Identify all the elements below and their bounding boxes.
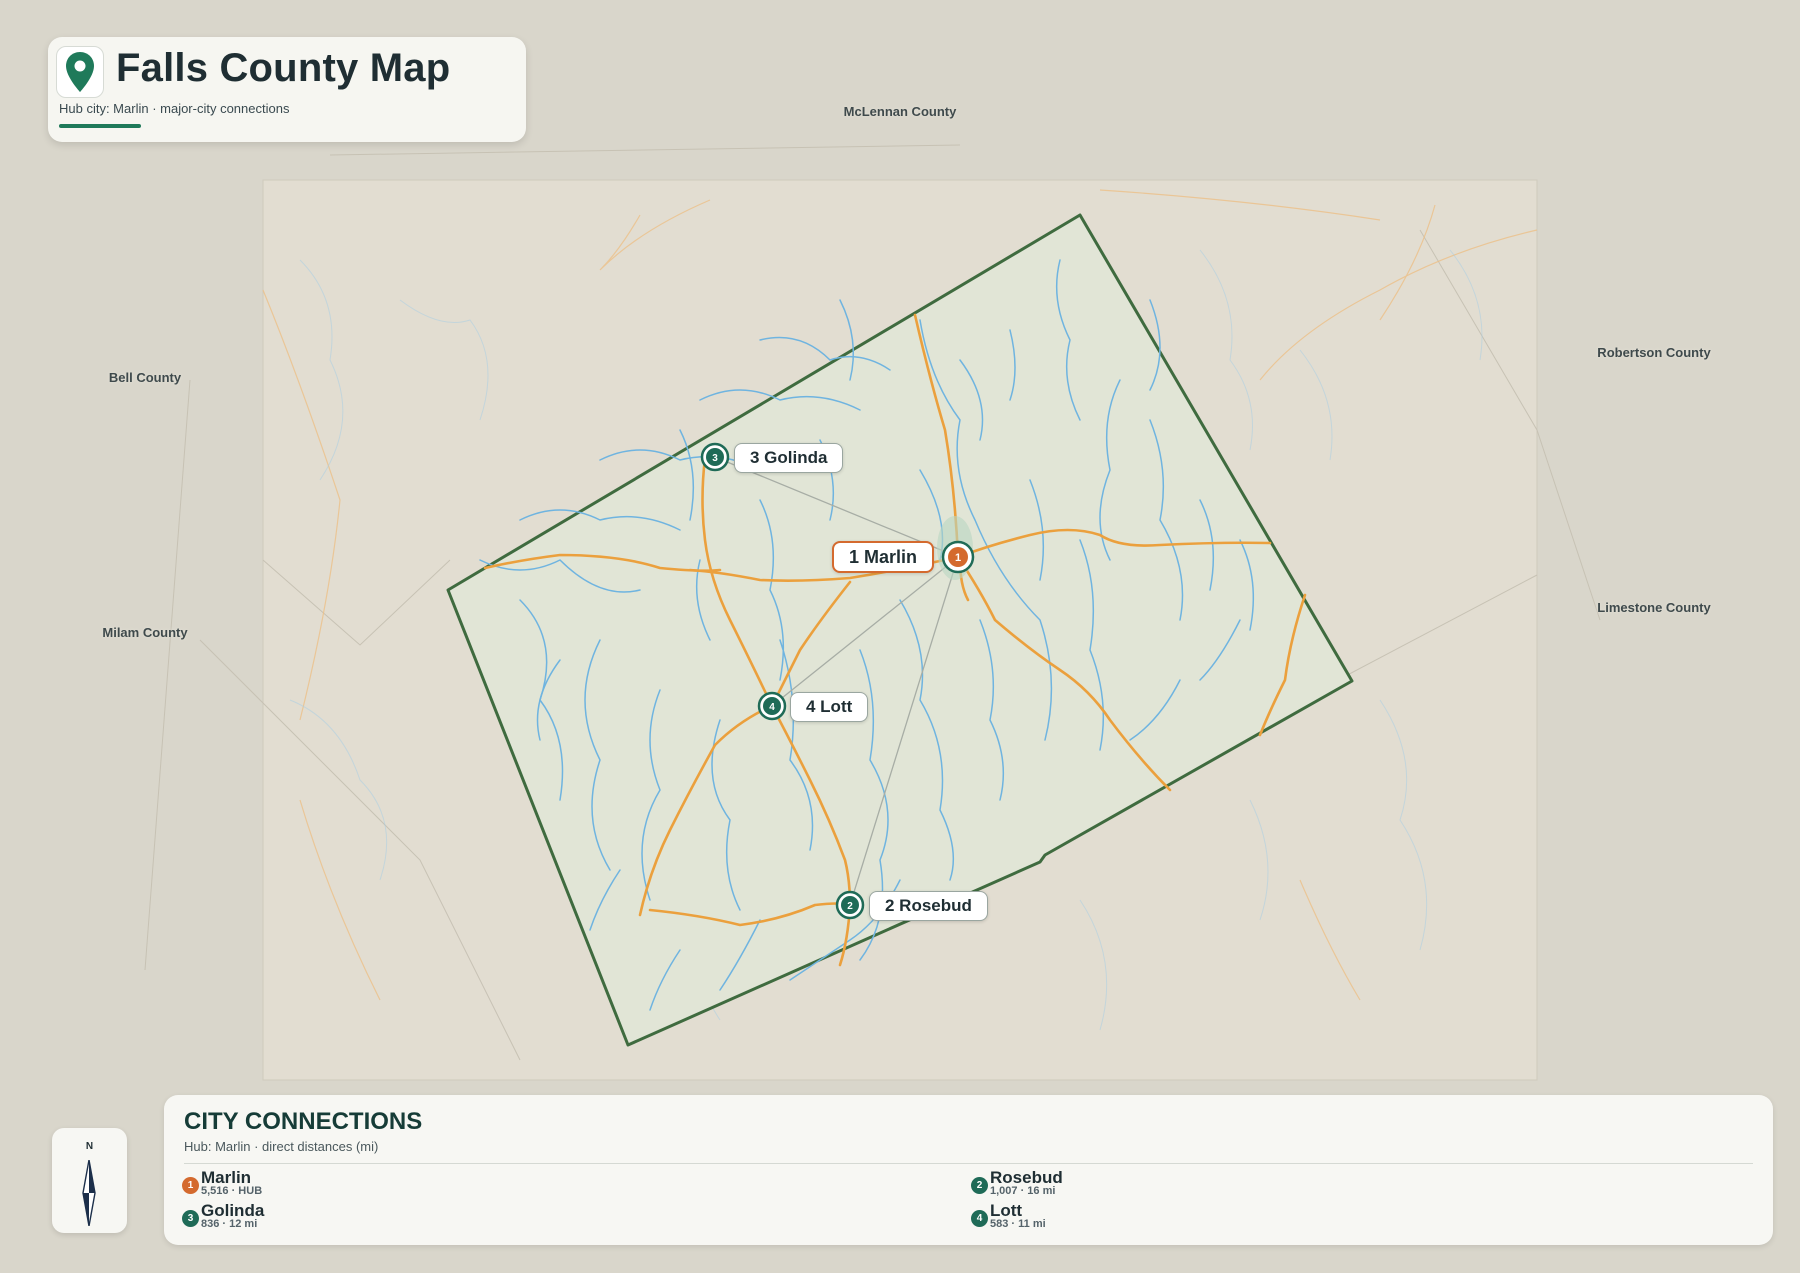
map-canvas [144, 144, 1601, 1081]
connection-badge: 2 [971, 1177, 988, 1194]
city-label-marlin[interactable]: 1 Marlin [832, 541, 935, 573]
connection-item-rosebud[interactable]: 2 Rosebud 1,007 · 16 mi [971, 1168, 1063, 1197]
county-label-milam: Milam County [102, 625, 188, 640]
city-connections-panel: CITY CONNECTIONS Hub: Marlin · direct di… [164, 1095, 1773, 1245]
panel-title: CITY CONNECTIONS [184, 1108, 423, 1135]
connection-name: Lott [990, 1201, 1023, 1220]
panel-divider [184, 1163, 1753, 1164]
title-card: Falls County Map Hub city: Marlin · majo… [48, 37, 526, 142]
connection-item-golinda[interactable]: 3 Golinda 836 · 12 mi [182, 1201, 265, 1230]
connection-detail: 5,516 · HUB [201, 1185, 263, 1197]
connection-item-marlin[interactable]: 1 Marlin 5,516 · HUB [182, 1168, 263, 1197]
title-underline [59, 124, 141, 128]
panel-subtitle: Hub: Marlin · direct distances (mi) [184, 1139, 379, 1154]
city-label-golinda[interactable]: 3 Golinda [734, 443, 844, 473]
page-subtitle: Hub city: Marlin · major-city connection… [59, 101, 290, 116]
connection-detail: 836 · 12 mi [201, 1218, 258, 1230]
connection-badge: 1 [182, 1177, 199, 1194]
map-pin-icon [56, 46, 104, 98]
city-label-rosebud[interactable]: 2 Rosebud [869, 891, 988, 921]
connection-name: Marlin [201, 1168, 252, 1187]
compass-icon [82, 1160, 96, 1226]
county-label-bell: Bell County [108, 370, 182, 385]
county-label-limestone: Limestone County [1597, 600, 1711, 615]
connection-detail: 1,007 · 16 mi [990, 1185, 1056, 1197]
connection-badge: 3 [182, 1210, 199, 1227]
compass: N [52, 1128, 127, 1233]
page-title: Falls County Map [116, 46, 451, 90]
compass-north-label: N [85, 1141, 94, 1152]
connection-item-lott[interactable]: 4 Lott 583 · 11 mi [971, 1201, 1046, 1230]
connection-name: Rosebud [990, 1168, 1063, 1187]
county-label-robertson: Robertson County [1597, 345, 1711, 360]
connection-name: Golinda [201, 1201, 265, 1220]
county-label-mclennan: McLennan County [843, 104, 957, 119]
city-label-lott[interactable]: 4 Lott [790, 692, 869, 722]
hub-area [937, 516, 973, 580]
connection-detail: 583 · 11 mi [990, 1218, 1046, 1230]
connection-badge: 4 [971, 1210, 988, 1227]
